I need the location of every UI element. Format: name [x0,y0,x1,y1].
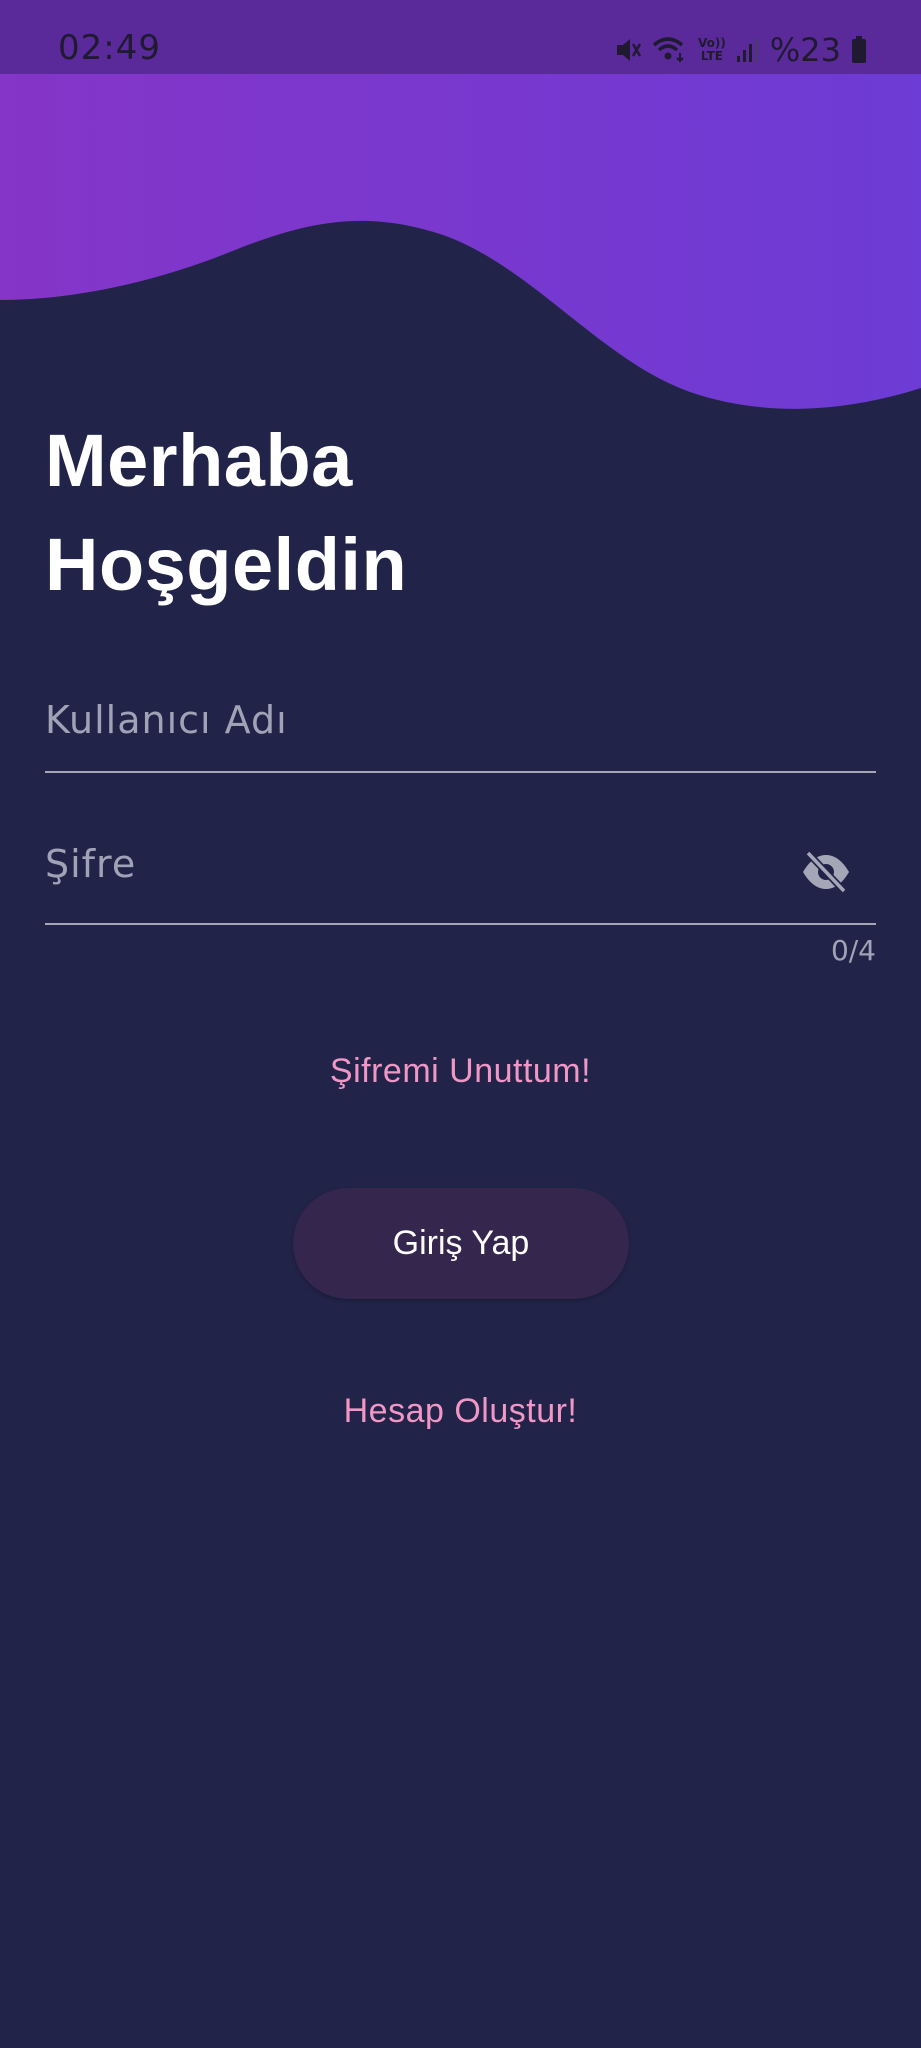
create-account-link[interactable]: Hesap Oluştur! [0,1392,921,1431]
greeting-title: Merhaba [45,419,353,502]
eye-off-icon[interactable] [800,846,852,898]
battery-percentage: %23 [769,31,841,69]
username-underline [45,771,876,773]
battery-icon [851,36,867,64]
volte-label-bottom: LTE [700,49,723,63]
password-field[interactable]: Şifre [45,826,876,925]
login-screen: 02:49 Vo)) LTE %23 Merhaba Hoşgeldin Kul… [0,0,921,2048]
username-label: Kullanıcı Adı [45,698,288,742]
signal-icon [736,36,760,64]
volte-icon: Vo)) LTE [698,37,726,63]
status-icons: Vo)) LTE %23 [614,30,867,70]
header-wave [0,74,921,409]
forgot-password-link[interactable]: Şifremi Unuttum! [0,1052,921,1091]
status-time: 02:49 [58,28,161,68]
welcome-title: Hoşgeldin [45,523,408,606]
password-underline [45,923,876,925]
login-button[interactable]: Giriş Yap [293,1188,629,1299]
mute-icon [614,35,642,65]
wifi-icon [652,35,688,65]
password-label: Şifre [45,842,137,886]
password-character-counter: 0/4 [830,934,876,967]
status-bar: 02:49 Vo)) LTE %23 [0,0,921,75]
username-field[interactable]: Kullanıcı Adı [45,680,876,773]
